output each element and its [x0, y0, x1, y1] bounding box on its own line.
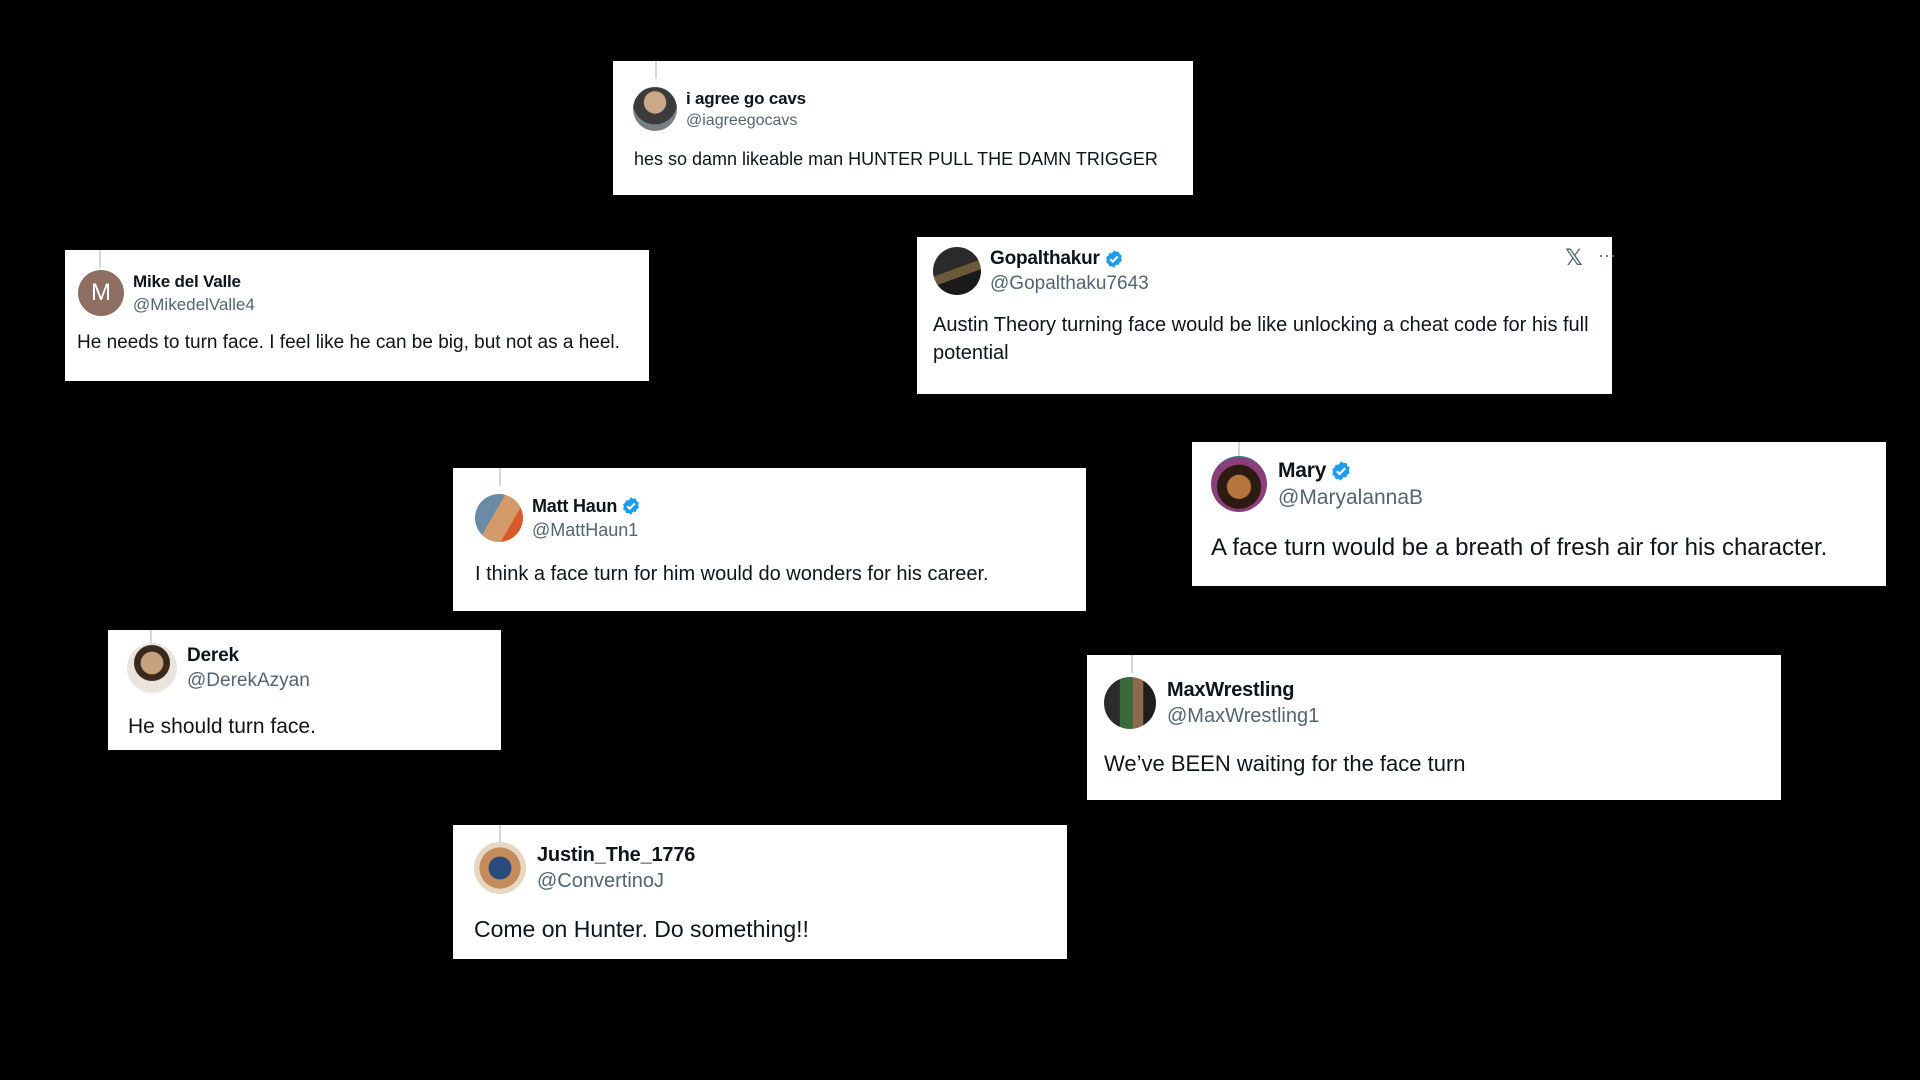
thread-line — [1131, 655, 1133, 673]
tweet-text: I think a face turn for him would do won… — [475, 563, 989, 585]
avatar[interactable] — [933, 247, 981, 295]
thread-line — [499, 825, 501, 843]
user-handle[interactable]: @MattHaun1 — [532, 520, 641, 541]
user-handle[interactable]: @iagreegocavs — [686, 112, 806, 130]
avatar[interactable] — [1104, 677, 1156, 729]
tweet-text: He needs to turn face. I feel like he ca… — [77, 332, 620, 353]
thread-line — [99, 250, 101, 268]
tweet-card[interactable]: Mary @MaryalannaB A face turn would be a… — [1192, 442, 1886, 586]
tweet-text: Come on Hunter. Do something!! — [474, 916, 809, 942]
tweet-card[interactable]: M Mike del Valle @MikedelValle4 He needs… — [65, 250, 649, 381]
display-name[interactable]: Matt Haun — [532, 496, 617, 517]
avatar[interactable] — [475, 494, 523, 542]
display-name[interactable]: Mike del Valle — [133, 272, 241, 292]
tweet-card[interactable]: Justin_The_1776 @ConvertinoJ Come on Hun… — [453, 825, 1067, 959]
avatar[interactable] — [474, 842, 526, 894]
display-name[interactable]: Justin_The_1776 — [537, 844, 695, 867]
more-options-icon[interactable]: ··· — [1598, 245, 1616, 266]
user-handle[interactable]: @Gopalthaku7643 — [990, 273, 1149, 295]
display-name[interactable]: Mary — [1278, 459, 1326, 483]
user-handle[interactable]: @MikedelValle4 — [133, 295, 255, 315]
avatar-initial: M — [91, 279, 111, 306]
thread-line — [499, 468, 501, 486]
user-handle[interactable]: @MaryalannaB — [1278, 486, 1423, 510]
avatar[interactable] — [1211, 456, 1267, 512]
avatar[interactable] — [127, 643, 177, 693]
display-name[interactable]: i agree go cavs — [686, 89, 806, 109]
tweet-text: We’ve BEEN waiting for the face turn — [1104, 751, 1466, 776]
tweet-card[interactable]: i agree go cavs @iagreegocavs hes so dam… — [613, 61, 1193, 195]
verified-badge-icon — [623, 497, 640, 515]
user-handle[interactable]: @ConvertinoJ — [537, 870, 695, 893]
tweet-text: A face turn would be a breath of fresh a… — [1211, 534, 1828, 561]
display-name[interactable]: Derek — [187, 645, 239, 667]
display-name[interactable]: MaxWrestling — [1167, 679, 1294, 702]
tweet-card[interactable]: Matt Haun @MattHaun1 I think a face turn… — [453, 468, 1086, 611]
tweet-text: He should turn face. — [128, 715, 316, 738]
user-handle[interactable]: @MaxWrestling1 — [1167, 705, 1319, 728]
verified-badge-icon — [1332, 460, 1350, 481]
display-name[interactable]: Gopalthakur — [990, 248, 1100, 270]
tweet-card[interactable]: Gopalthakur @Gopalthaku7643 𝕏 ··· Austin… — [917, 237, 1616, 394]
user-handle[interactable]: @DerekAzyan — [187, 670, 310, 692]
tweet-text: hes so damn likeable man HUNTER PULL THE… — [634, 149, 1158, 169]
tweet-card[interactable]: Derek @DerekAzyan He should turn face. — [108, 630, 501, 750]
tweet-card[interactable]: MaxWrestling @MaxWrestling1 We’ve BEEN w… — [1087, 655, 1781, 800]
verified-badge-icon — [1105, 249, 1122, 268]
avatar[interactable]: M — [78, 270, 124, 316]
avatar[interactable] — [633, 87, 677, 131]
thread-line — [655, 61, 657, 79]
x-logo-icon[interactable]: 𝕏 — [1565, 245, 1583, 271]
tweet-text: Austin Theory turning face would be like… — [933, 314, 1589, 364]
